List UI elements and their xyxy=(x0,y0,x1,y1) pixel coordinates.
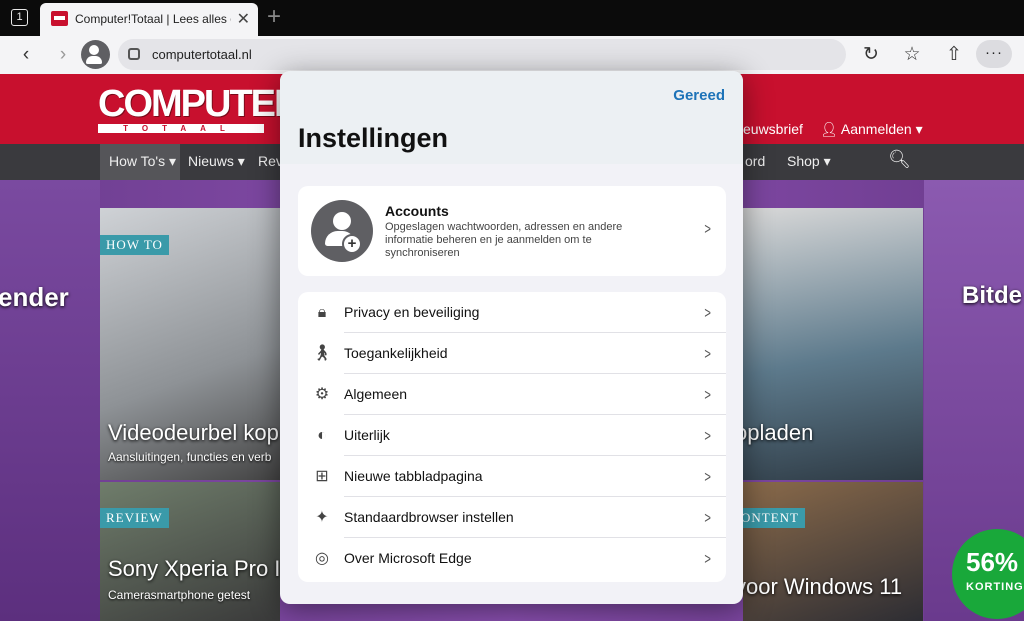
settings-item-accessibility[interactable]: 🚶︎ Toegankelijkheid > xyxy=(298,333,726,374)
chevron-right-icon: > xyxy=(704,469,711,486)
chevron-right-icon: > xyxy=(704,346,711,363)
chevron-right-icon: > xyxy=(704,387,711,404)
windows-title: voor Windows 11 xyxy=(743,574,903,599)
settings-item-label: Privacy en beveiliging xyxy=(344,304,480,320)
new-tab-icon: ⊞ xyxy=(315,468,329,485)
browser-toolbar: ‹ › computertotaal.nl ↻ ☆ ⇧ ··· xyxy=(0,36,1024,74)
chevron-right-icon: > xyxy=(704,510,711,527)
account-avatar-icon: + xyxy=(311,200,373,262)
settings-item-label: Toegankelijkheid xyxy=(344,345,448,361)
forward-icon[interactable]: › xyxy=(49,41,77,69)
settings-item-default-browser[interactable]: ✦ Standaardbrowser instellen > xyxy=(298,497,726,538)
settings-sheet: Gereed Instellingen + Accounts Opgeslage… xyxy=(280,71,743,604)
settings-header: Gereed Instellingen xyxy=(280,71,743,164)
more-menu-button[interactable]: ··· xyxy=(976,40,1012,68)
url-text: computertotaal.nl xyxy=(152,47,252,62)
nav-forum[interactable]: ord xyxy=(745,153,765,169)
settings-item-label: Uiterlijk xyxy=(344,427,390,443)
gear-icon: ⚙︎ xyxy=(314,386,330,403)
caret-icon: ▾ xyxy=(911,121,923,137)
settings-item-label: Algemeen xyxy=(344,386,408,402)
chevron-right-icon: > xyxy=(704,221,711,238)
settings-item-label: Nieuwe tabbladpagina xyxy=(344,468,483,484)
card-charging[interactable]: opladen xyxy=(743,208,923,480)
done-button[interactable]: Gereed xyxy=(673,87,725,104)
chevron-right-icon: > xyxy=(704,428,711,445)
logo-top: COMPUTER! xyxy=(98,83,312,125)
site-info-icon[interactable] xyxy=(128,48,140,60)
howto-title: Videodeurbel kop xyxy=(108,420,279,445)
review-sub: Camerasmartphone getest xyxy=(108,588,251,602)
settings-item-label: Standaardbrowser instellen xyxy=(344,509,514,525)
review-ribbon: REVIEW xyxy=(100,508,169,528)
chevron-right-icon: > xyxy=(704,551,711,568)
user-icon: 👤︎ xyxy=(820,121,841,137)
nav-shop[interactable]: Shop ▾ xyxy=(787,153,831,170)
browser-tab[interactable]: Computer!Totaal | Lees alles over ✕ xyxy=(40,3,258,36)
close-tab-icon[interactable]: ✕ xyxy=(237,9,250,29)
back-icon[interactable]: ‹ xyxy=(12,41,40,69)
settings-list: 🔒︎ Privacy en beveiliging > 🚶︎ Toegankel… xyxy=(298,292,726,582)
accessibility-icon: 🚶︎ xyxy=(312,345,333,362)
card-review[interactable]: REVIEW Sony Xperia Pro I Camerasmartphon… xyxy=(100,482,280,621)
review-title: Sony Xperia Pro I xyxy=(108,556,280,581)
ad-left[interactable]: ender xyxy=(0,180,100,621)
refresh-icon[interactable]: ↻ xyxy=(857,41,885,69)
nav-nieuws[interactable]: Nieuws ▾ xyxy=(188,153,245,170)
favorites-icon[interactable]: ☆ xyxy=(898,41,926,69)
tab-bar: 1 Computer!Totaal | Lees alles over ✕ + xyxy=(0,0,1024,36)
signin-label: Aanmelden xyxy=(840,121,912,137)
logo-bottom: TOTAAL xyxy=(98,124,264,133)
newsletter-link[interactable]: euwsbrief xyxy=(743,121,803,137)
palette-icon: ◐ xyxy=(317,427,327,444)
favicon-icon xyxy=(51,11,68,26)
accounts-description: Opgeslagen wachtwoorden, adressen en and… xyxy=(385,221,623,259)
ad-right-text: Bitde xyxy=(962,282,1022,309)
card-howto[interactable]: HOW TO Videodeurbel kop Aansluitingen, f… xyxy=(100,208,280,480)
howto-sub: Aansluitingen, functies en verb xyxy=(108,450,272,464)
discount-label: KORTING xyxy=(966,581,1024,593)
new-tab-button[interactable]: + xyxy=(267,3,281,31)
nav-howto[interactable]: How To's ▾ xyxy=(109,153,176,170)
signin-link[interactable]: 👤︎ Aanmelden ▾ xyxy=(820,121,923,138)
accounts-row[interactable]: + Accounts Opgeslagen wachtwoorden, adre… xyxy=(298,186,726,276)
tab-title: Computer!Totaal | Lees alles over xyxy=(75,12,231,26)
howto-ribbon: HOW TO xyxy=(100,235,169,255)
edge-icon: ◎ xyxy=(315,550,329,567)
lock-icon: 🔒︎ xyxy=(317,304,327,321)
settings-item-about-edge[interactable]: ◎ Over Microsoft Edge > xyxy=(298,538,726,579)
site-logo[interactable]: COMPUTER! TOTAAL xyxy=(98,83,312,133)
default-browser-icon: ✦ xyxy=(315,509,329,526)
charging-title: opladen xyxy=(743,420,814,445)
discount-percent: 56% xyxy=(966,547,1019,577)
settings-item-new-tab[interactable]: ⊞ Nieuwe tabbladpagina > xyxy=(298,456,726,497)
ad-left-text: ender xyxy=(0,282,69,312)
settings-title: Instellingen xyxy=(298,123,449,153)
settings-item-general[interactable]: ⚙︎ Algemeen > xyxy=(298,374,726,415)
search-icon[interactable]: 🔍︎ xyxy=(888,149,911,170)
tab-switcher-button[interactable]: 1 xyxy=(11,9,28,26)
card-windows[interactable]: ONTENT voor Windows 11 xyxy=(743,482,923,621)
profile-avatar-icon[interactable] xyxy=(81,40,110,69)
settings-item-privacy[interactable]: 🔒︎ Privacy en beveiliging > xyxy=(298,292,726,333)
chevron-right-icon: > xyxy=(704,305,711,322)
content-ribbon: ONTENT xyxy=(743,508,805,528)
settings-item-appearance[interactable]: ◐ Uiterlijk > xyxy=(298,415,726,456)
share-icon[interactable]: ⇧ xyxy=(940,41,968,69)
accounts-title: Accounts xyxy=(385,203,449,219)
address-bar[interactable]: computertotaal.nl xyxy=(118,39,846,70)
settings-item-label: Over Microsoft Edge xyxy=(344,550,472,566)
